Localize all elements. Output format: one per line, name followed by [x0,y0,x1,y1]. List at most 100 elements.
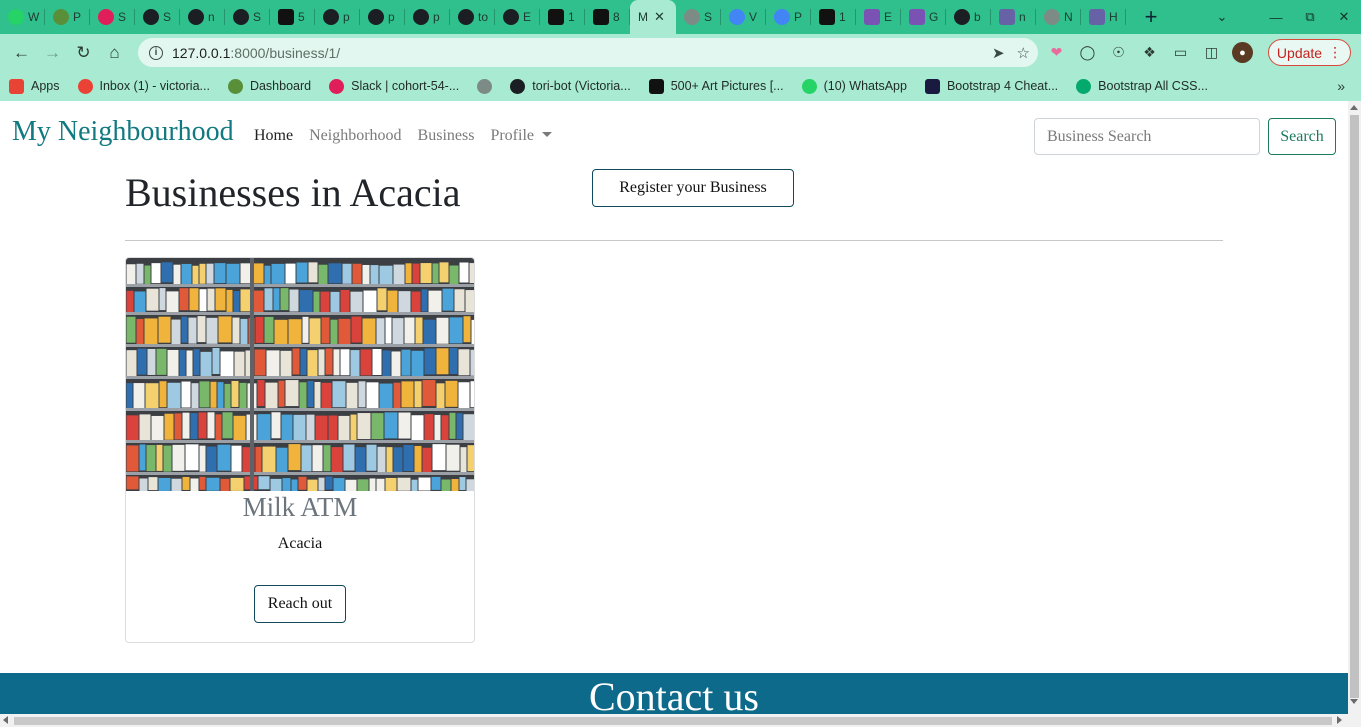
url-text[interactable]: 127.0.0.1:8000/business/1/ [172,45,340,61]
site-info-icon[interactable]: i [149,45,163,60]
bookmark-item[interactable]: Slack | cohort-54-... [320,78,468,94]
bookmark-item[interactable]: Apps [0,78,69,94]
scroll-up-icon[interactable] [1350,105,1358,110]
globe-icon [477,78,493,94]
nav-profile-dropdown[interactable]: Profile [490,127,552,145]
browser-tab[interactable]: S [135,0,180,34]
business-search-input[interactable] [1034,118,1260,155]
search-button[interactable]: Search [1268,118,1336,155]
bookmark-label: (10) WhatsApp [823,79,907,93]
puzzle-extensions-icon[interactable]: ❖ [1139,42,1160,63]
bookmark-label: Slack | cohort-54-... [351,79,460,93]
tab-title: E [884,10,893,24]
browser-tab[interactable]: S [225,0,270,34]
browser-tab[interactable]: E [495,0,540,34]
close-window-icon[interactable]: ✕ [1327,0,1361,34]
github-icon [188,9,204,25]
browser-tab[interactable]: 5 [270,0,315,34]
bookmark-item[interactable] [468,78,501,94]
profile-avatar-icon[interactable]: ● [1232,42,1253,63]
new-tab-button[interactable]: + [1134,0,1168,34]
github-icon [323,9,339,25]
tab-close-icon[interactable]: ✕ [654,9,665,25]
browser-tab[interactable]: b [946,0,991,34]
bookmark-label: Inbox (1) - victoria... [99,79,210,93]
horizontal-scrollbar[interactable] [0,714,1348,727]
update-button[interactable]: Update ⋮ [1268,39,1351,66]
scroll-right-icon[interactable] [1337,716,1342,724]
bookmark-item[interactable]: tori-bot (Victoria... [501,78,639,94]
globe-extension-icon[interactable]: ☉ [1108,42,1129,63]
bootstrap-icon [864,9,880,25]
github-icon [954,9,970,25]
browser-tab[interactable]: S [676,0,721,34]
browser-tab[interactable]: p [315,0,360,34]
browser-tab[interactable]: n [991,0,1036,34]
slack-icon [98,9,114,25]
browser-tab[interactable]: 1 [540,0,585,34]
vertical-scroll-thumb[interactable] [1350,115,1359,698]
browser-tab[interactable]: P [766,0,811,34]
vertical-scrollbar[interactable] [1348,101,1361,727]
browser-tab[interactable]: n [180,0,225,34]
bookmark-label: Dashboard [249,79,312,93]
address-bar[interactable]: i 127.0.0.1:8000/business/1/ ➤ ☆ [138,38,1038,67]
browser-tab[interactable]: G [901,0,946,34]
home-icon[interactable]: ⌂ [99,38,130,68]
colorful-heart-extension-icon[interactable]: ❤ [1046,42,1067,63]
bookmark-star-icon[interactable]: ☆ [1017,44,1030,62]
business-card: Milk ATM Acacia Reach out [125,257,475,643]
bookmark-label: Apps [31,79,60,93]
browser-tab[interactable]: P [45,0,90,34]
heroku-icon [999,9,1015,25]
bookmark-item[interactable]: (10) WhatsApp [793,78,916,94]
reach-out-button[interactable]: Reach out [254,585,346,623]
browser-tab[interactable]: N [1036,0,1081,34]
browser-tab[interactable]: 1 [811,0,856,34]
browser-tab[interactable]: V [721,0,766,34]
browser-tab-active[interactable]: M ✕ [630,0,676,34]
scroll-left-icon[interactable] [3,716,8,724]
nav-home[interactable]: Home [254,127,293,145]
unsplash-icon [819,9,835,25]
bookmark-item[interactable]: Bootstrap All CSS... [1067,78,1217,94]
browser-tab[interactable]: W [0,0,45,34]
reload-icon[interactable]: ↻ [68,38,99,68]
browser-tab[interactable]: p [405,0,450,34]
browser-tab[interactable]: to [450,0,495,34]
cast-icon[interactable]: ▭ [1170,42,1191,63]
dropdown-caret-icon [542,132,552,137]
code-brackets-extension-icon[interactable]: ◯ [1077,42,1098,63]
restore-icon[interactable]: ⧉ [1293,0,1327,34]
bookmark-label: Bootstrap 4 Cheat... [946,79,1059,93]
register-business-button[interactable]: Register your Business [592,169,794,207]
browser-tab[interactable]: E [856,0,901,34]
tab-title: 1 [839,10,846,24]
browser-tab[interactable]: 8 [585,0,630,34]
bookmark-item[interactable]: 500+ Art Pictures [... [640,78,793,94]
forward-icon[interactable]: → [37,38,68,68]
browser-tab[interactable]: p [360,0,405,34]
horizontal-scroll-thumb[interactable] [14,717,1332,725]
bookmark-item[interactable]: Dashboard [219,78,320,94]
send-tab-icon[interactable]: ➤ [992,44,1005,62]
minimize-icon[interactable]: — [1259,0,1293,34]
divider [125,240,1223,241]
bookmark-label: 500+ Art Pictures [... [670,79,784,93]
nav-neighborhood[interactable]: Neighborhood [309,127,401,145]
footer-title: Contact us [589,674,759,714]
bookmark-label: Bootstrap All CSS... [1098,79,1208,93]
business-location: Acacia [277,535,323,552]
browser-tab[interactable]: S [90,0,135,34]
site-brand[interactable]: My Neighbourhood [12,116,234,148]
nav-business[interactable]: Business [418,127,475,145]
side-panel-icon[interactable]: ◫ [1201,42,1222,63]
bookmark-item[interactable]: Inbox (1) - victoria... [69,78,219,94]
browser-tab[interactable]: H [1081,0,1126,34]
bookmarks-overflow-icon[interactable]: » [1337,78,1345,94]
tab-search-icon[interactable]: ⌄ [1205,0,1239,34]
bookmark-item[interactable]: Bootstrap 4 Cheat... [916,78,1067,94]
back-icon[interactable]: ← [6,38,37,68]
nav-profile-label: Profile [490,127,534,144]
scroll-down-icon[interactable] [1350,699,1358,704]
